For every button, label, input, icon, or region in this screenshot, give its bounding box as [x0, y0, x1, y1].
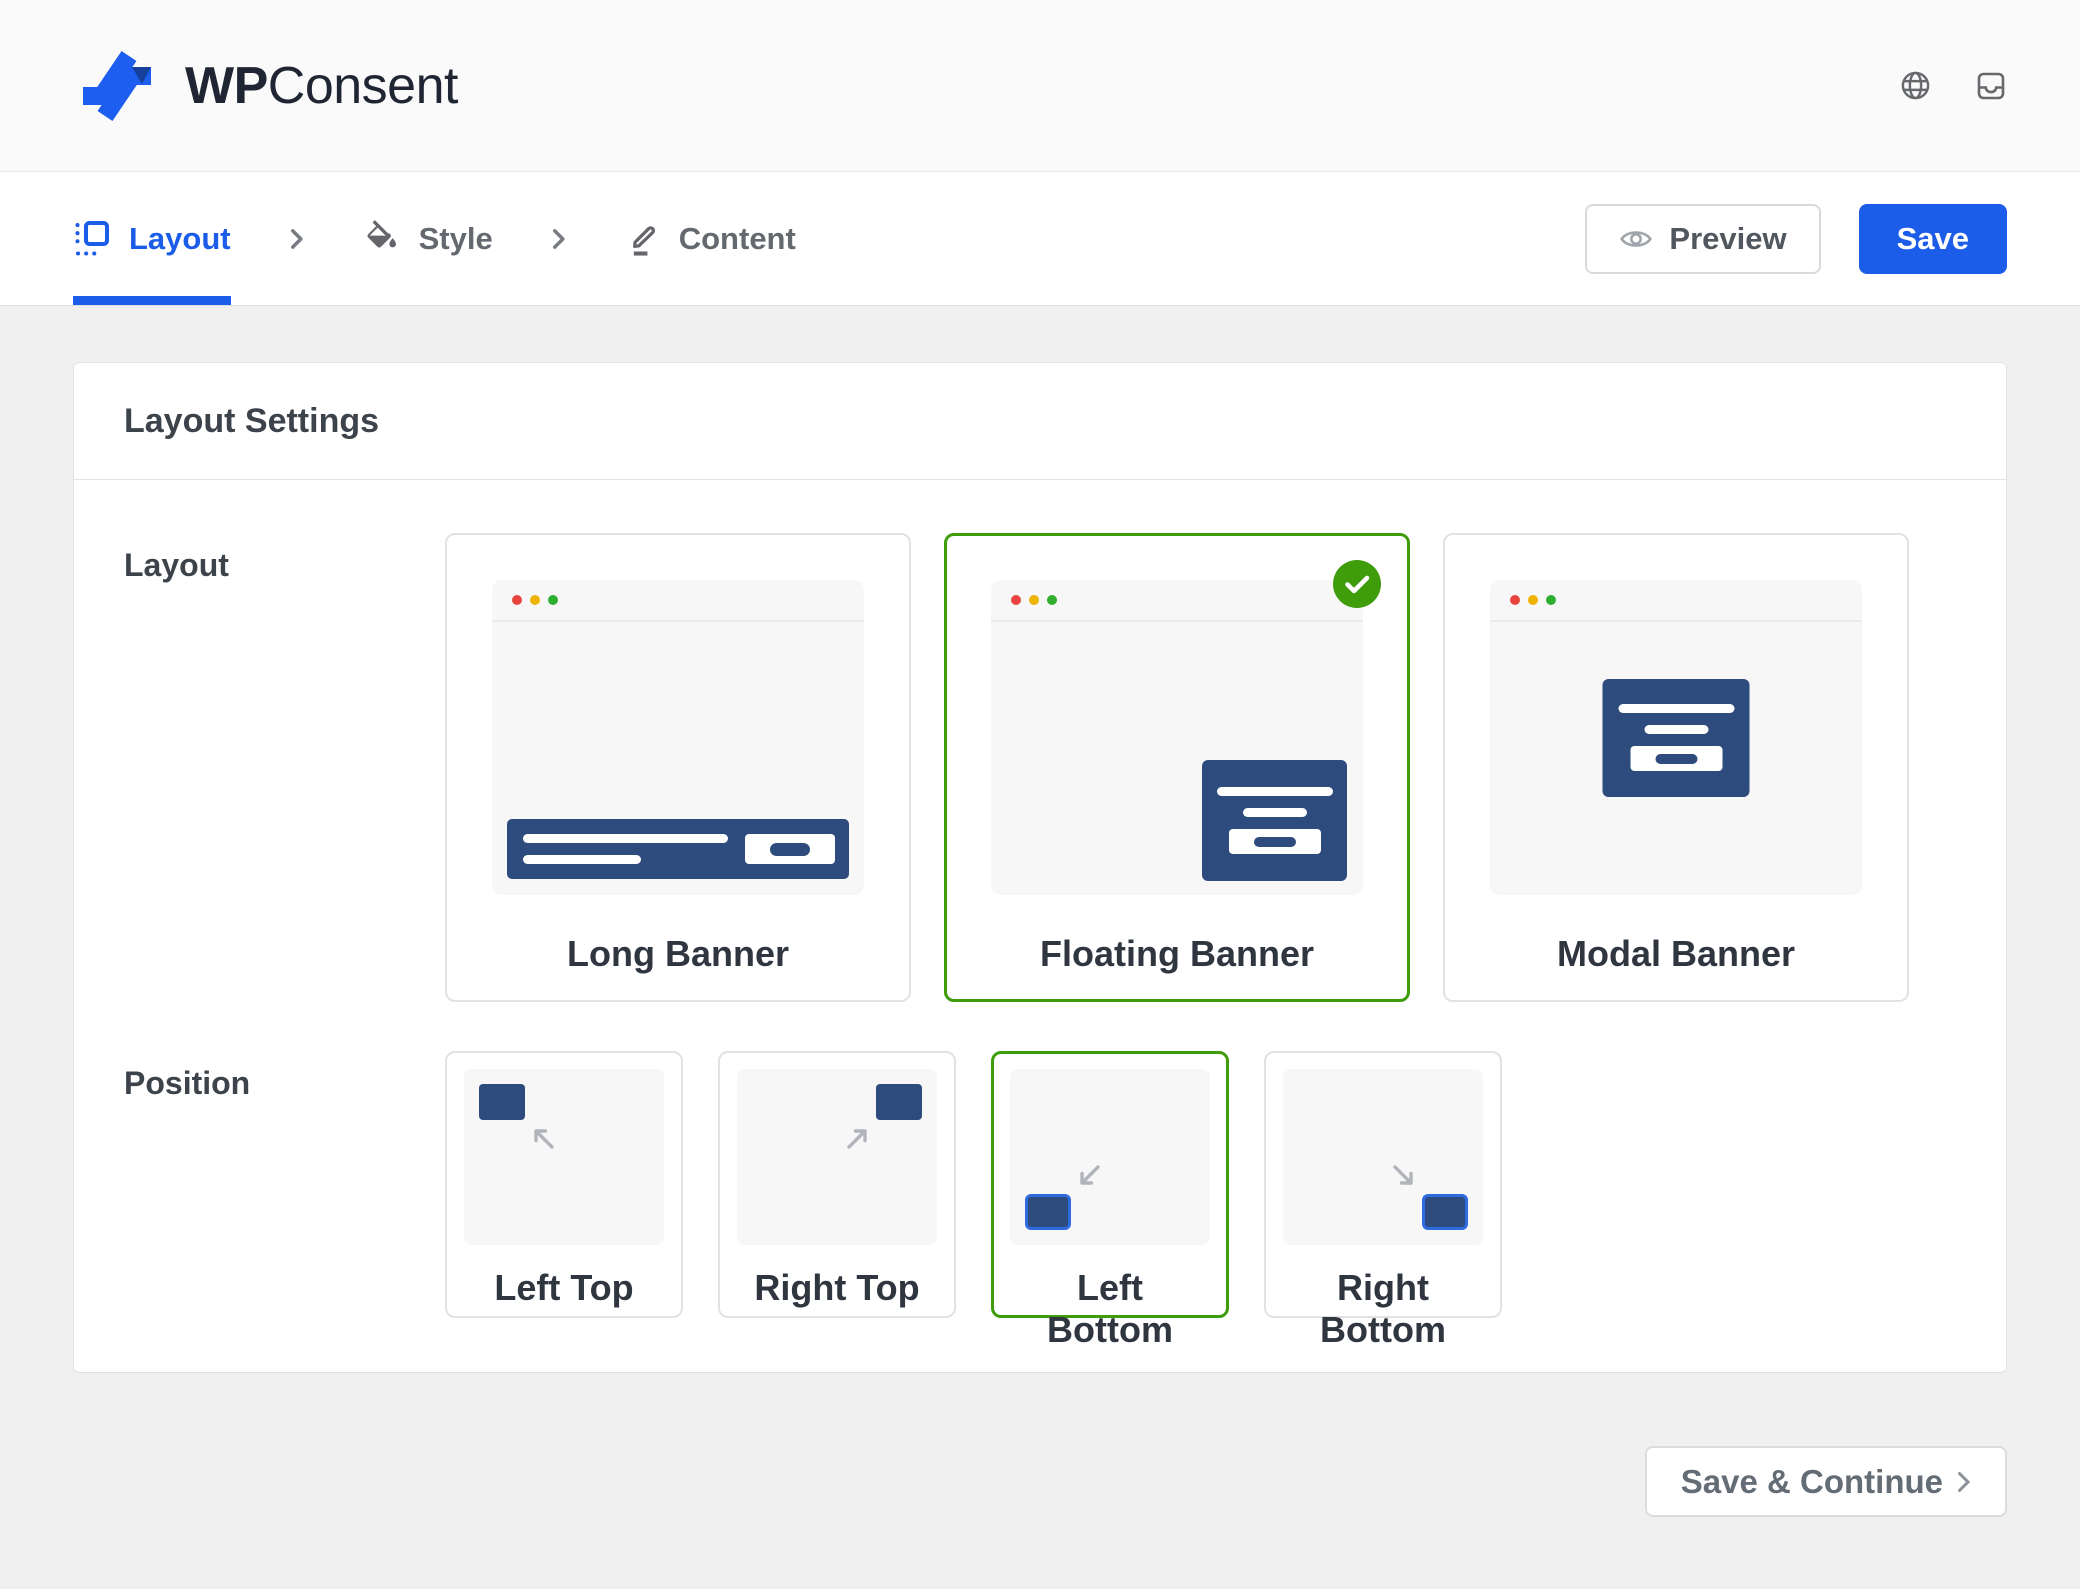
chevron-right-icon — [545, 226, 571, 252]
eye-icon — [1619, 226, 1653, 252]
banner-button-illustration — [1229, 829, 1321, 854]
selected-check-icon — [1333, 560, 1381, 608]
banner-button-illustration — [745, 834, 835, 864]
position-mockup — [464, 1069, 664, 1245]
banner-position-rect — [1422, 1194, 1468, 1230]
brand-name: WPConsent — [185, 56, 458, 116]
position-row-label: Position — [124, 1051, 445, 1318]
window-dot-red — [1510, 595, 1520, 605]
position-row: Position Left Top — [124, 1051, 1956, 1318]
header-actions — [1900, 70, 2007, 102]
position-option-right-top[interactable]: Right Top — [718, 1051, 956, 1318]
position-option-label: Left Top — [464, 1267, 664, 1309]
position-option-label: Right Bottom — [1283, 1267, 1483, 1351]
browser-mockup-titlebar — [492, 580, 864, 622]
banner-position-rect — [1025, 1194, 1071, 1230]
save-button[interactable]: Save — [1859, 204, 2007, 274]
position-options: Left Top Right Top — [445, 1051, 1502, 1318]
layout-option-label: Floating Banner — [991, 933, 1363, 975]
position-option-left-bottom[interactable]: Left Bottom — [991, 1051, 1229, 1318]
layout-option-modal-banner[interactable]: Modal Banner — [1443, 533, 1909, 1002]
preview-button[interactable]: Preview — [1585, 204, 1820, 274]
arrow-up-left-icon — [528, 1123, 556, 1151]
arrow-down-right-icon — [1391, 1163, 1419, 1191]
page-title: Layout Settings — [124, 402, 379, 441]
window-dot-red — [1011, 595, 1021, 605]
card-header: Layout Settings — [74, 363, 2006, 480]
window-dot-green — [1546, 595, 1556, 605]
arrow-down-left-icon — [1074, 1163, 1102, 1191]
position-mockup — [1283, 1069, 1483, 1245]
globe-icon[interactable] — [1900, 70, 1931, 101]
banner-position-rect — [479, 1084, 525, 1120]
browser-mockup-titlebar — [991, 580, 1363, 622]
window-dot-yellow — [530, 595, 540, 605]
layout-settings-card: Layout Settings Layout — [73, 362, 2007, 1373]
window-dot-yellow — [1528, 595, 1538, 605]
save-continue-button[interactable]: Save & Continue — [1645, 1446, 2007, 1517]
banner-position-rect — [876, 1084, 922, 1120]
layout-options: Long Banner — [445, 533, 1909, 1002]
browser-mockup — [991, 580, 1363, 895]
layout-option-floating-banner[interactable]: Floating Banner — [944, 533, 1410, 1002]
position-option-label: Right Top — [737, 1267, 937, 1309]
app-header: WPConsent — [0, 0, 2080, 172]
chevron-right-icon — [1957, 1471, 1971, 1493]
main-content: Layout Settings Layout — [0, 306, 2080, 1517]
paint-bucket-icon — [361, 219, 401, 259]
position-option-right-bottom[interactable]: Right Bottom — [1264, 1051, 1502, 1318]
wpconsent-app: WPConsent — [0, 0, 2080, 1517]
footer-actions: Save & Continue — [73, 1446, 2007, 1517]
window-dot-yellow — [1029, 595, 1039, 605]
chevron-right-icon — [283, 226, 309, 252]
long-banner-illustration — [507, 819, 849, 879]
layout-row-label: Layout — [124, 533, 445, 1002]
steps-navbar: Layout Style Content — [0, 172, 2080, 306]
layout-icon — [73, 220, 111, 258]
layout-row: Layout — [124, 533, 1956, 1002]
nav-actions: Preview Save — [1585, 172, 2007, 305]
layout-option-label: Modal Banner — [1490, 933, 1862, 975]
position-option-label: Left Bottom — [1010, 1267, 1210, 1351]
browser-mockup-titlebar — [1490, 580, 1862, 622]
card-body: Layout — [74, 480, 2006, 1372]
floating-banner-illustration — [1202, 760, 1347, 881]
save-continue-label: Save & Continue — [1681, 1463, 1943, 1501]
wpconsent-logo-icon — [73, 48, 161, 124]
position-option-left-top[interactable]: Left Top — [445, 1051, 683, 1318]
layout-option-long-banner[interactable]: Long Banner — [445, 533, 911, 1002]
layout-option-label: Long Banner — [492, 933, 864, 975]
window-dot-green — [1047, 595, 1057, 605]
browser-mockup — [1490, 580, 1862, 895]
position-mockup — [1010, 1069, 1210, 1245]
banner-button-illustration — [1630, 746, 1722, 771]
tab-style-label: Style — [419, 221, 493, 257]
arrow-up-right-icon — [845, 1123, 873, 1151]
pencil-icon — [623, 220, 661, 258]
tab-content[interactable]: Content — [623, 172, 796, 305]
brand-logo: WPConsent — [73, 48, 458, 124]
tab-style[interactable]: Style — [361, 172, 493, 305]
window-dot-red — [512, 595, 522, 605]
step-tabs: Layout Style Content — [73, 172, 796, 305]
active-tab-underline — [73, 296, 231, 305]
preview-button-label: Preview — [1669, 221, 1786, 257]
browser-mockup — [492, 580, 864, 895]
brand-name-bold: WP — [185, 57, 268, 115]
brand-name-rest: Consent — [268, 57, 458, 115]
tab-layout[interactable]: Layout — [73, 172, 231, 305]
position-mockup — [737, 1069, 937, 1245]
tab-layout-label: Layout — [129, 221, 231, 257]
modal-banner-illustration — [1603, 679, 1750, 797]
window-dot-green — [548, 595, 558, 605]
tab-content-label: Content — [679, 221, 796, 257]
inbox-icon[interactable] — [1975, 70, 2007, 102]
banner-text-lines — [523, 834, 728, 864]
